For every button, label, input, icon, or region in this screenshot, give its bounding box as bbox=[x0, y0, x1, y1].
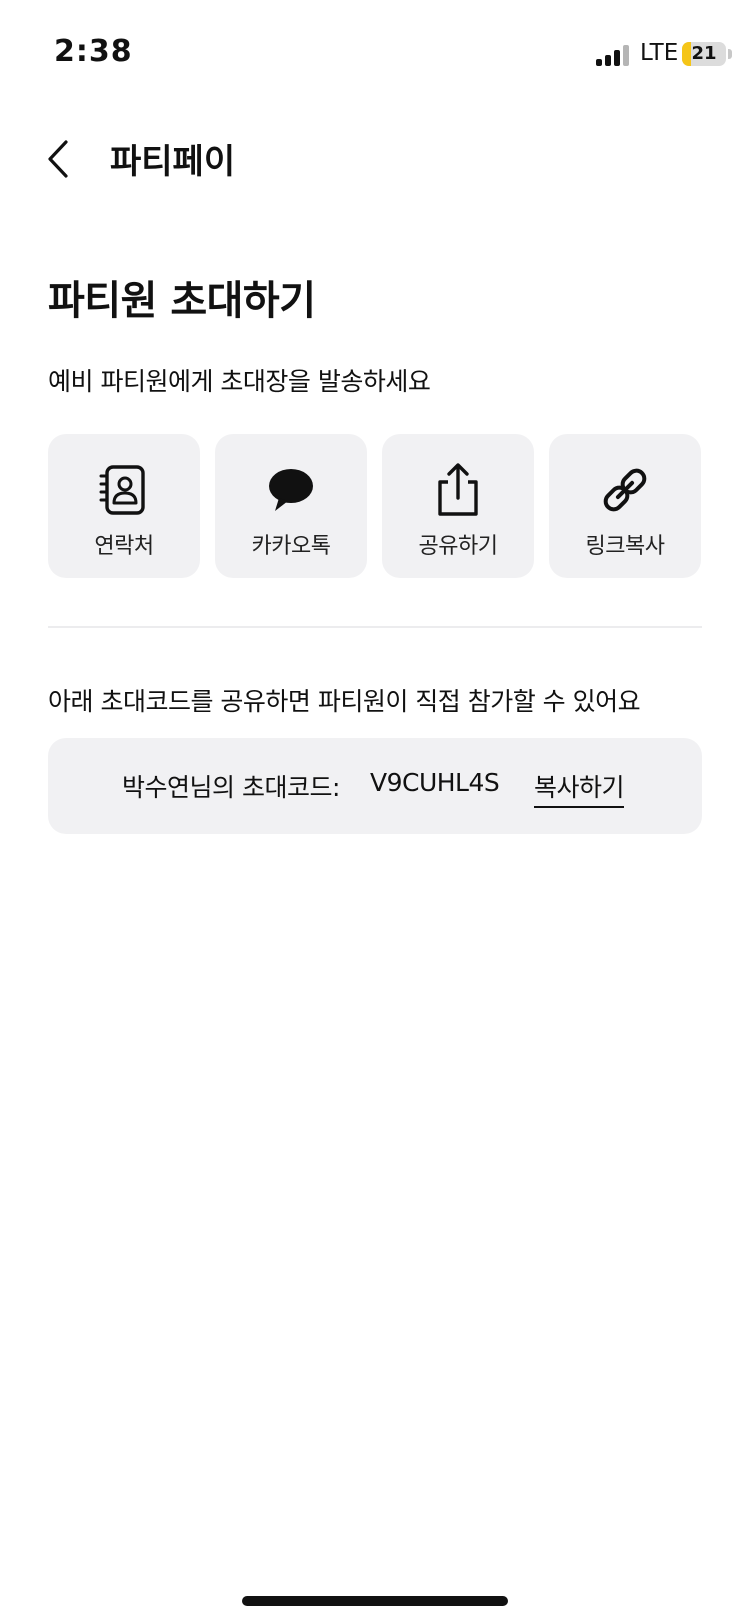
share-copy-link-label: 링크복사 bbox=[585, 534, 665, 559]
share-icon bbox=[438, 463, 478, 516]
share-contacts-label: 연락처 bbox=[94, 534, 154, 559]
invite-code-description: 아래 초대코드를 공유하면 파티원이 직접 참가할 수 있어요 bbox=[48, 687, 641, 716]
battery-tip bbox=[728, 49, 732, 59]
invite-code-box: 박수연님의 초대코드: V9CUHL4S 복사하기 bbox=[48, 738, 702, 834]
status-time: 2:38 bbox=[54, 34, 133, 69]
invite-code-value[interactable]: V9CUHL4S bbox=[370, 768, 500, 797]
share-system-button[interactable]: 공유하기 bbox=[382, 434, 534, 578]
battery-percentage: 21 bbox=[691, 43, 717, 64]
nav-header: 파티페이 bbox=[0, 120, 750, 200]
chevron-left-icon bbox=[48, 140, 68, 178]
kakaotalk-icon bbox=[269, 469, 313, 511]
section-divider bbox=[48, 626, 702, 628]
share-system-label: 공유하기 bbox=[418, 534, 498, 559]
share-contacts-button[interactable]: 연락처 bbox=[48, 434, 200, 578]
copy-code-button[interactable]: 복사하기 bbox=[534, 768, 625, 808]
share-kakaotalk-label: 카카오톡 bbox=[251, 534, 331, 559]
page-title: 파티원 초대하기 bbox=[48, 278, 316, 324]
back-button[interactable] bbox=[40, 134, 80, 184]
invite-code-label: 박수연님의 초대코드: bbox=[122, 773, 340, 802]
link-icon bbox=[603, 468, 647, 512]
share-options: 연락처 카카오톡 공유하기 링크복사 bbox=[48, 434, 702, 578]
nav-title: 파티페이 bbox=[110, 142, 236, 182]
signal-strength-icon bbox=[596, 44, 630, 66]
share-copy-link-button[interactable]: 링크복사 bbox=[549, 434, 701, 578]
contacts-icon bbox=[99, 465, 145, 515]
home-indicator bbox=[242, 1596, 508, 1606]
share-kakaotalk-button[interactable]: 카카오톡 bbox=[215, 434, 367, 578]
status-bar: 2:38 LTE 21 bbox=[0, 0, 750, 100]
network-type: LTE bbox=[640, 40, 679, 66]
battery-icon: 21 bbox=[682, 42, 726, 66]
page-subtitle: 예비 파티원에게 초대장을 발송하세요 bbox=[48, 367, 431, 396]
